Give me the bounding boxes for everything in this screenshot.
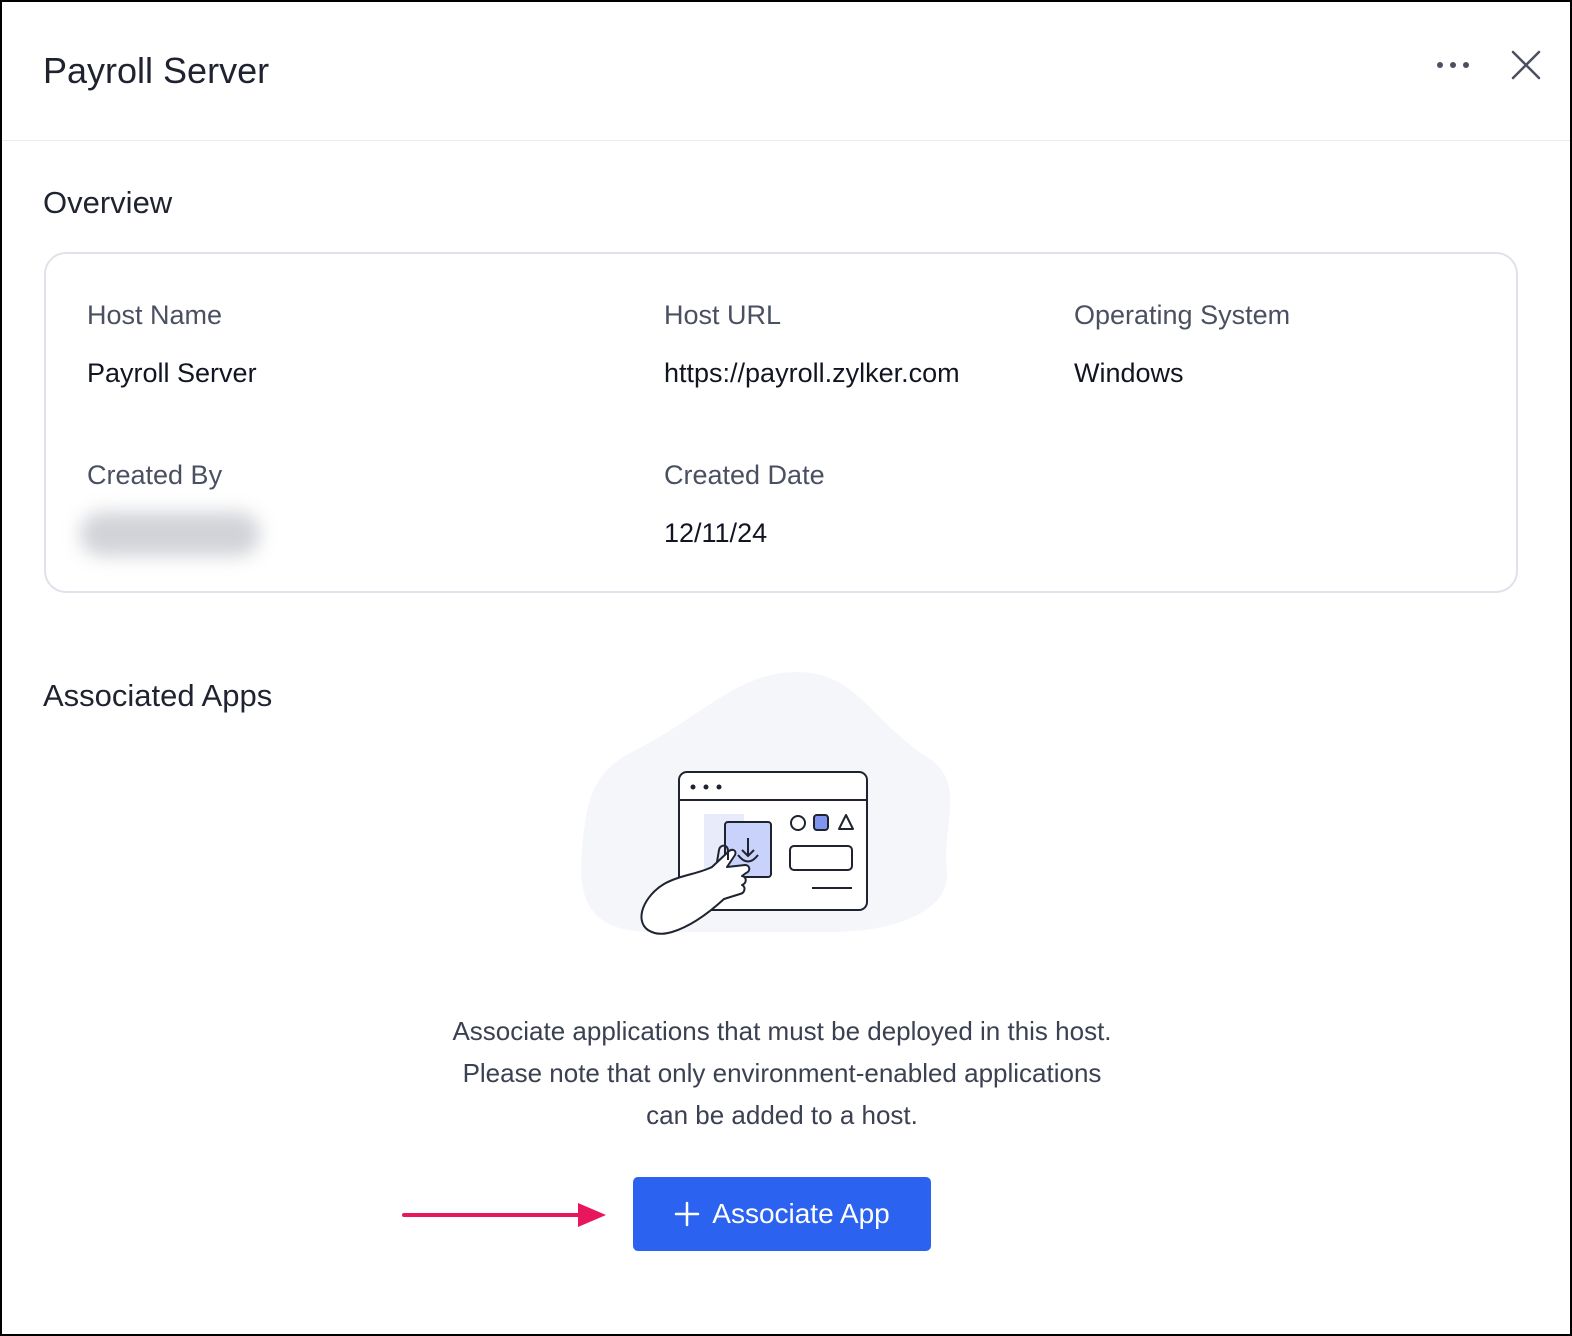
overview-card: Host Name Payroll Server Host URL https:…	[44, 252, 1518, 593]
associate-app-button[interactable]: Associate App	[633, 1177, 931, 1251]
more-horizontal-icon	[1437, 62, 1469, 68]
associate-app-illustration	[581, 672, 951, 935]
associated-apps-title: Associated Apps	[43, 678, 273, 713]
more-options-button[interactable]	[1430, 47, 1476, 83]
empty-state-line-1: Associate applications that must be depl…	[452, 1016, 1112, 1046]
annotation-arrow	[402, 1203, 606, 1227]
created-date-value: 12/11/24	[664, 518, 768, 548]
created-by-label: Created By	[87, 460, 223, 490]
host-url-label: Host URL	[664, 300, 782, 330]
plus-icon	[674, 1201, 700, 1227]
close-button[interactable]	[1505, 44, 1547, 86]
operating-system-value: Windows	[1074, 358, 1184, 388]
empty-state-message: Associate applications that must be depl…	[382, 1010, 1182, 1136]
page-title: Payroll Server	[43, 50, 270, 91]
operating-system-label: Operating System	[1074, 300, 1291, 330]
empty-state-line-3: can be added to a host.	[646, 1100, 918, 1130]
host-url-value: https://payroll.zylker.com	[664, 358, 960, 388]
panel-header: Payroll Server	[2, 2, 1570, 141]
overview-title: Overview	[43, 185, 173, 220]
host-details-panel: Payroll Server Overview Host Name Payrol…	[0, 0, 1572, 1336]
created-date-label: Created Date	[664, 460, 825, 490]
host-name-value: Payroll Server	[87, 358, 257, 388]
host-name-label: Host Name	[87, 300, 223, 330]
empty-state-line-2: Please note that only environment-enable…	[462, 1058, 1102, 1088]
close-icon	[1511, 50, 1541, 80]
created-by-value-redacted	[80, 512, 260, 556]
associate-app-button-label: Associate App	[712, 1198, 890, 1229]
